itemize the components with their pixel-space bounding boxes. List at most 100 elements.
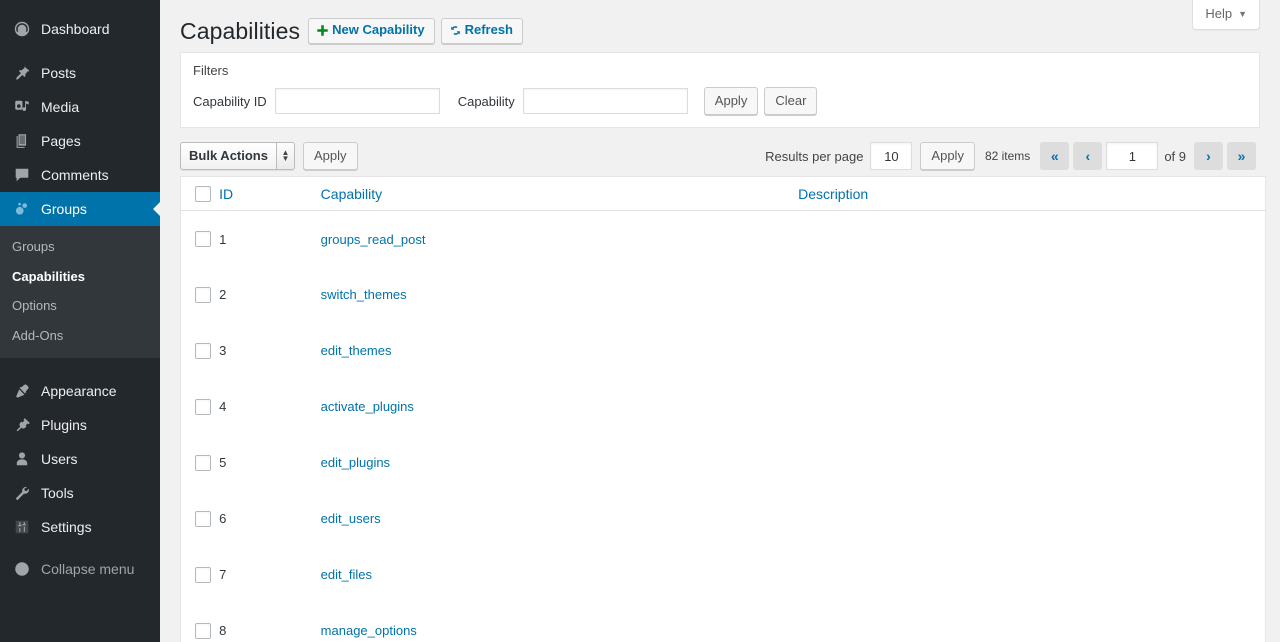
settings-icon [12,517,32,537]
capability-link[interactable]: activate_plugins [321,399,414,414]
capability-id-input[interactable] [274,88,440,114]
row-id: 1 [219,231,227,247]
row-capability: switch_themes [321,267,798,323]
table-row: 1 groups_read_post [181,211,1266,267]
column-header-id[interactable]: ID [219,176,321,212]
sidebar-item-media[interactable]: Media [0,90,160,124]
main-content: Help ▼ Capabilities New Capability Refres… [160,0,1280,642]
capability-link[interactable]: edit_plugins [321,455,390,470]
page-title: Capabilities [180,17,301,44]
sidebar-item-dashboard[interactable]: Dashboard [0,12,160,46]
sidebar-item-label: Comments [41,167,109,183]
refresh-button[interactable]: Refresh [440,18,523,44]
table-row: 5 edit_plugins [181,435,1266,491]
sidebar-item-posts[interactable]: Posts [0,56,160,90]
current-page-input[interactable] [1106,142,1159,170]
sidebar-item-settings[interactable]: Settings [0,510,160,544]
collapse-menu-label: Collapse menu [41,561,135,578]
row-checkbox[interactable] [195,511,211,528]
row-capability: edit_users [321,491,798,547]
submenu-label: Groups [12,239,55,254]
bulk-apply-button[interactable]: Apply [302,142,358,170]
row-capability: activate_plugins [321,379,798,435]
filters-apply-button[interactable]: Apply [703,87,759,115]
filters-legend: Filters [193,63,229,78]
row-description [798,211,1265,267]
sidebar-item-pages[interactable]: Pages [0,124,160,158]
media-icon [12,97,32,117]
row-capability: edit_files [321,547,798,603]
sidebar-item-users[interactable]: Users [0,442,160,476]
filters-panel: Filters Capability ID Capability Apply C… [180,52,1260,128]
refresh-icon [449,24,462,37]
last-page-button[interactable]: » [1227,142,1256,170]
row-checkbox-cell [181,435,220,491]
row-checkbox[interactable] [195,399,211,416]
row-description [798,547,1265,603]
submenu-item-groups[interactable]: Groups [0,232,160,262]
row-checkbox[interactable] [195,622,211,639]
collapse-menu-button[interactable]: Collapse menu [0,552,160,586]
row-description [798,267,1265,323]
sidebar-item-label: Groups [41,201,87,217]
select-all-checkbox[interactable] [195,186,211,203]
sidebar-item-label: Settings [41,519,92,536]
sidebar-item-tools[interactable]: Tools [0,476,160,510]
sidebar-item-label: Tools [41,485,74,502]
first-page-button[interactable]: « [1040,142,1070,170]
sidebar-item-label: Users [41,451,78,468]
total-pages-label: of 9 [1164,148,1186,164]
plus-icon [316,24,329,37]
capabilities-table: ID Capability Description 1 groups_read_… [180,176,1266,642]
row-id: 6 [219,511,227,527]
sidebar-item-comments[interactable]: Comments [0,158,160,192]
pages-icon [12,131,32,151]
results-per-page-label: Results per page [765,148,864,164]
tools-icon [12,483,32,503]
capability-link[interactable]: switch_themes [321,287,407,302]
row-checkbox[interactable] [195,231,211,248]
next-page-button[interactable]: › [1194,142,1223,170]
sidebar-item-groups[interactable]: Groups [0,192,161,226]
capability-link[interactable]: edit_users [321,511,381,526]
row-checkbox[interactable] [195,287,211,304]
sidebar-item-plugins[interactable]: Plugins [0,408,160,442]
refresh-label: Refresh [464,22,513,38]
sidebar-divider [0,358,160,368]
capability-input[interactable] [522,88,688,114]
sidebar-item-label: Dashboard [41,21,110,37]
table-head: ID Capability Description [180,176,1266,212]
column-header-description[interactable]: Description [798,176,1266,212]
row-checkbox[interactable] [195,343,211,360]
prev-page-button[interactable]: ‹ [1073,142,1103,170]
bulk-actions-select[interactable]: Bulk Actions ▲ ▼ [180,142,295,170]
sidebar-item-appearance[interactable]: Appearance [0,374,160,408]
help-tab-button[interactable]: Help ▼ [1192,0,1260,31]
table-row: 4 activate_plugins [181,379,1266,435]
admin-sidebar: Dashboard Posts Media Pages Comments Gro… [0,0,161,642]
row-checkbox[interactable] [195,567,211,584]
sidebar-divider [0,46,160,56]
capability-id-label: Capability ID [193,93,267,109]
filters-clear-button[interactable]: Clear [764,87,818,115]
submenu-item-add-ons[interactable]: Add-Ons [0,321,160,351]
submenu-item-capabilities[interactable]: Capabilities [0,262,160,292]
capability-link[interactable]: manage_options [321,623,417,638]
sidebar-item-label: Posts [41,65,77,81]
capability-link[interactable]: edit_files [321,567,372,582]
capability-link[interactable]: edit_themes [321,343,392,358]
new-capability-button[interactable]: New Capability [308,18,435,44]
submenu-item-options[interactable]: Options [0,291,160,321]
results-per-page-input[interactable] [870,142,913,170]
users-icon [12,449,32,469]
table-row: 6 edit_users [181,491,1266,547]
results-per-page-apply-button[interactable]: Apply [920,142,975,170]
submenu-label: Add-Ons [12,327,64,343]
capability-link[interactable]: groups_read_post [321,232,426,247]
row-capability: edit_plugins [321,435,798,491]
column-header-capability[interactable]: Capability [320,176,799,212]
row-id: 8 [219,623,227,639]
row-capability: groups_read_post [321,211,798,267]
row-description [798,491,1265,547]
row-checkbox[interactable] [195,455,211,472]
